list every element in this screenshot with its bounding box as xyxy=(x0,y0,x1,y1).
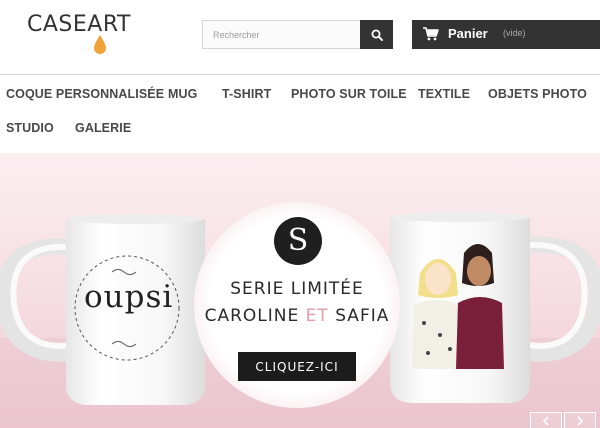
nav-item-t-shirt[interactable]: T-SHIRT xyxy=(222,87,271,101)
caseart-logo[interactable]: CASEART xyxy=(27,9,145,55)
cart-label: Panier xyxy=(448,26,488,41)
nav-item-textile[interactable]: TEXTILE xyxy=(418,87,470,101)
chevron-right-icon xyxy=(577,416,584,426)
main-nav: COQUE PERSONNALISÉE MUG T-SHIRT PHOTO SU… xyxy=(0,75,600,153)
search-box xyxy=(202,20,393,49)
logo-drop-icon xyxy=(94,35,106,54)
search-button[interactable] xyxy=(360,20,393,49)
promo-title: SERIE LIMITÉE xyxy=(230,279,364,299)
slider-next-button[interactable] xyxy=(564,412,596,428)
nav-item-photo-sur-toile[interactable]: PHOTO SUR TOILE xyxy=(291,87,407,101)
chevron-left-icon xyxy=(542,416,549,426)
nav-item-galerie[interactable]: GALERIE xyxy=(75,121,131,135)
cart-icon xyxy=(423,27,439,41)
promo-subtitle: CAROLINE ET SAFIA xyxy=(204,306,390,326)
nav-item-coque-personnalisee[interactable]: COQUE PERSONNALISÉE xyxy=(6,87,164,101)
search-input[interactable] xyxy=(203,21,361,48)
left-mug-text: oupsi xyxy=(84,279,174,315)
monogram-letter: S xyxy=(287,223,309,258)
cliquez-ici-button[interactable]: CLIQUEZ-ICI xyxy=(238,352,356,381)
nav-item-objets-photo[interactable]: OBJETS PHOTO xyxy=(488,87,587,101)
nav-item-studio[interactable]: STUDIO xyxy=(6,121,54,135)
slider-prev-button[interactable] xyxy=(530,412,562,428)
site-header: CASEART Panier (vide) xyxy=(0,0,600,74)
search-icon xyxy=(371,29,383,41)
cart-status: (vide) xyxy=(503,28,526,38)
logo-wordmark: CASEART xyxy=(27,12,131,37)
nav-item-mug[interactable]: MUG xyxy=(168,87,197,101)
cart-button[interactable]: Panier (vide) xyxy=(412,20,600,49)
